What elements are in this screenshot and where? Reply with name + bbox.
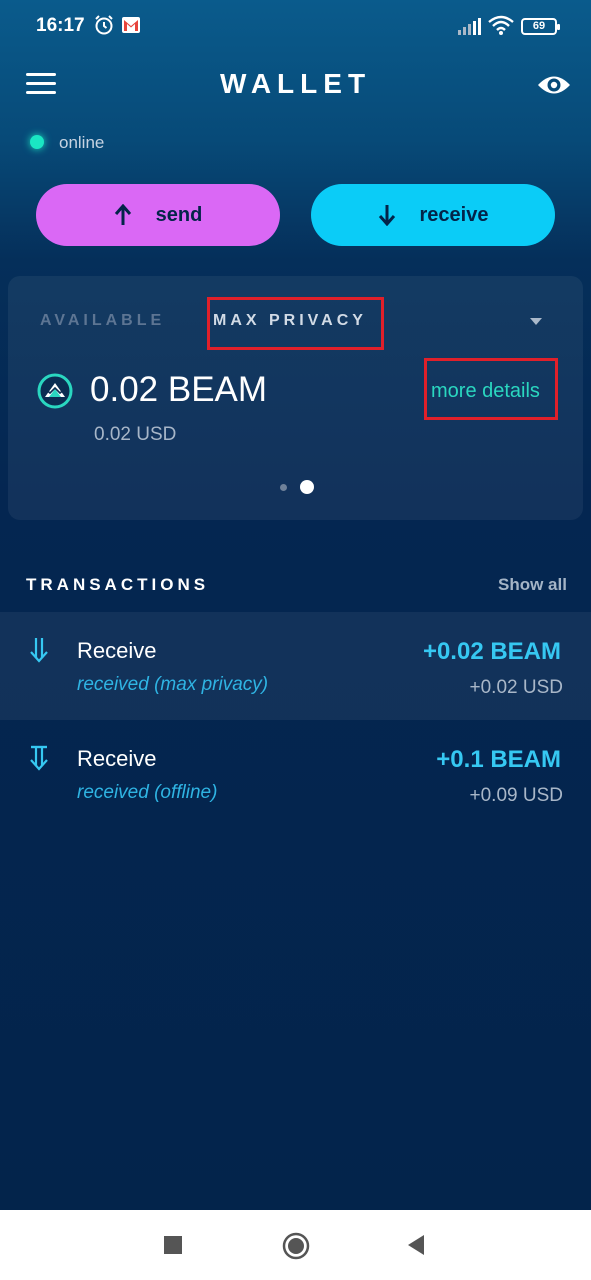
highlight-box-more-details bbox=[424, 358, 558, 420]
page-indicator-dot[interactable] bbox=[280, 484, 287, 491]
show-all-link[interactable]: Show all bbox=[498, 575, 567, 595]
arrow-down-icon bbox=[378, 204, 396, 226]
transactions-header: TRANSACTIONS bbox=[26, 575, 210, 594]
eye-icon[interactable] bbox=[536, 70, 572, 100]
transaction-usd: +0.02 USD bbox=[469, 677, 563, 698]
back-icon[interactable] bbox=[406, 1234, 426, 1256]
transaction-usd: +0.09 USD bbox=[469, 785, 563, 806]
arrow-up-icon bbox=[114, 204, 132, 226]
recent-apps-icon[interactable] bbox=[164, 1236, 182, 1254]
signal-icon bbox=[458, 18, 481, 35]
chevron-down-icon[interactable] bbox=[530, 318, 542, 325]
tab-available[interactable]: AVAILABLE bbox=[40, 312, 165, 330]
send-button[interactable]: send bbox=[36, 184, 280, 246]
home-icon[interactable] bbox=[282, 1232, 310, 1260]
transaction-row[interactable]: Receive received (offline) +0.1 BEAM +0.… bbox=[0, 720, 591, 828]
online-indicator-icon bbox=[30, 135, 44, 149]
page-title: WALLET bbox=[219, 68, 372, 99]
transaction-status: received (max privacy) bbox=[77, 674, 269, 695]
balance-amount: 0.02 BEAM bbox=[90, 370, 268, 409]
gmail-icon bbox=[122, 17, 140, 33]
transaction-status: received (offline) bbox=[77, 782, 218, 803]
transaction-amount: +0.02 BEAM bbox=[422, 638, 561, 665]
receive-button-label: receive bbox=[419, 203, 489, 226]
transaction-amount: +0.1 BEAM bbox=[436, 746, 561, 773]
page-indicator-dot-active[interactable] bbox=[300, 480, 314, 494]
status-bar: 16:17 69 bbox=[0, 0, 591, 52]
connection-status-label: online bbox=[59, 133, 105, 152]
transaction-title: Receive bbox=[77, 638, 157, 663]
battery-icon: 69 bbox=[521, 18, 560, 35]
receive-button[interactable]: receive bbox=[311, 184, 555, 246]
transaction-row[interactable]: Receive received (max privacy) +0.02 BEA… bbox=[0, 612, 591, 720]
send-button-label: send bbox=[155, 203, 203, 226]
balance-card: AVAILABLE MAX PRIVACY 0.02 BEAM 0.02 USD… bbox=[8, 276, 583, 520]
balance-usd: 0.02 USD bbox=[94, 424, 177, 445]
alarm-icon bbox=[95, 15, 113, 35]
app-bar: WALLET bbox=[0, 60, 591, 110]
system-nav-bar bbox=[0, 1210, 591, 1280]
receive-offline-icon bbox=[30, 745, 48, 771]
highlight-box-max-privacy bbox=[207, 297, 384, 350]
receive-arrow-icon bbox=[30, 638, 48, 663]
status-time: 16:17 bbox=[36, 15, 85, 36]
beam-logo-icon bbox=[37, 373, 73, 409]
transaction-title: Receive bbox=[77, 746, 157, 771]
wifi-icon bbox=[488, 15, 514, 35]
